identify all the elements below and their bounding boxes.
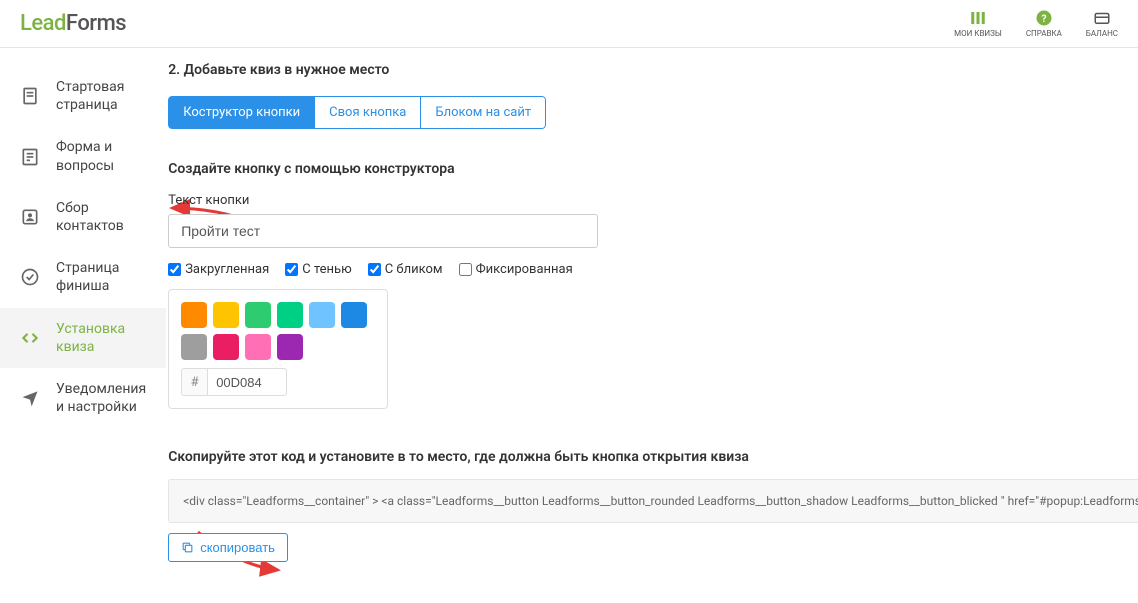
checkbox-shine-input[interactable] [368,263,381,276]
tab-constructor[interactable]: Коструктор кнопки [168,96,315,129]
my-quizzes-action[interactable]: МОИ КВИЗЫ [954,9,1002,38]
sidebar-item-contacts[interactable]: Сбор контактов [0,187,166,247]
main-content: 2. Добавьте квиз в нужное место Кострукт… [166,48,1138,603]
sidebar-item-label: Страница финиша [56,259,146,295]
page-icon [20,86,40,106]
button-text-input[interactable] [168,214,598,248]
checkbox-shine[interactable]: С бликом [368,262,443,277]
my-quizzes-label: МОИ КВИЗЫ [954,29,1002,38]
tab-own-button[interactable]: Своя кнопка [315,96,421,129]
tab-block[interactable]: Блоком на сайт [421,96,546,129]
tab-group: Коструктор кнопки Своя кнопка Блоком на … [168,96,546,129]
sidebar-item-label: Стартовая страница [56,78,146,114]
columns-icon [968,9,988,27]
sidebar-item-notifications[interactable]: Уведомления и настройки [0,368,166,428]
button-text-label: Текст кнопки [168,193,1138,208]
checkbox-fixed[interactable]: Фиксированная [459,262,573,277]
app-header: LeadForms МОИ КВИЗЫ ? СПРАВКА БАЛАНС [0,0,1138,48]
send-icon [20,388,40,408]
checkbox-label: С бликом [385,262,443,277]
checkbox-rounded-input[interactable] [168,263,181,276]
card-icon [1092,9,1112,27]
checkbox-label: С тенью [302,262,352,277]
hex-prefix: # [181,368,207,396]
copy-code-title: Скопируйте этот код и установите в то ме… [168,449,1138,465]
copy-button-label: скопировать [200,540,275,555]
color-swatch[interactable] [341,302,367,328]
color-panel: # [168,289,388,409]
checkbox-row: Закругленная С тенью С бликом Фиксирован… [168,262,1138,277]
code-box[interactable]: <div class="Leadforms__container" > <a c… [168,479,1138,523]
form-icon [20,147,40,167]
hex-input[interactable] [207,368,287,396]
checkbox-fixed-input[interactable] [459,263,472,276]
sidebar-item-label: Сбор контактов [56,199,146,235]
svg-text:?: ? [1041,12,1046,25]
check-circle-icon [20,267,40,287]
balance-label: БАЛАНС [1086,29,1118,38]
checkbox-rounded[interactable]: Закругленная [168,262,269,277]
checkbox-shadow-input[interactable] [285,263,298,276]
color-swatch[interactable] [245,334,271,360]
swatch-grid [181,302,375,360]
sidebar-item-finish[interactable]: Страница финиша [0,247,166,307]
sidebar-item-install[interactable]: Установка квиза [0,308,166,368]
color-swatch[interactable] [277,302,303,328]
logo-part1: Lead [20,11,66,36]
contacts-icon [20,207,40,227]
color-swatch[interactable] [181,302,207,328]
constructor-title: Создайте кнопку с помощью конструктора [168,161,1138,177]
checkbox-label: Фиксированная [476,262,573,277]
sidebar: Стартовая страница Форма и вопросы Сбор … [0,48,166,603]
color-swatch[interactable] [181,334,207,360]
sidebar-item-label: Установка квиза [56,320,146,356]
code-icon [20,328,40,348]
checkbox-shadow[interactable]: С тенью [285,262,352,277]
color-swatch[interactable] [277,334,303,360]
logo[interactable]: LeadForms [20,11,126,36]
help-label: СПРАВКА [1026,29,1062,38]
balance-action[interactable]: БАЛАНС [1086,9,1118,38]
step-title: 2. Добавьте квиз в нужное место [168,62,1138,78]
logo-part2: Forms [66,11,126,36]
checkbox-label: Закругленная [185,262,269,277]
sidebar-item-label: Форма и вопросы [56,138,146,174]
help-action[interactable]: ? СПРАВКА [1026,9,1062,38]
copy-button[interactable]: скопировать [168,533,288,562]
sidebar-item-start-page[interactable]: Стартовая страница [0,66,166,126]
sidebar-item-label: Уведомления и настройки [56,380,146,416]
color-swatch[interactable] [213,334,239,360]
hex-row: # [181,368,375,396]
copy-icon [181,541,194,554]
sidebar-item-form-questions[interactable]: Форма и вопросы [0,126,166,186]
header-actions: МОИ КВИЗЫ ? СПРАВКА БАЛАНС [954,9,1118,38]
help-icon: ? [1034,9,1054,27]
color-swatch[interactable] [213,302,239,328]
color-swatch[interactable] [309,302,335,328]
color-swatch[interactable] [245,302,271,328]
